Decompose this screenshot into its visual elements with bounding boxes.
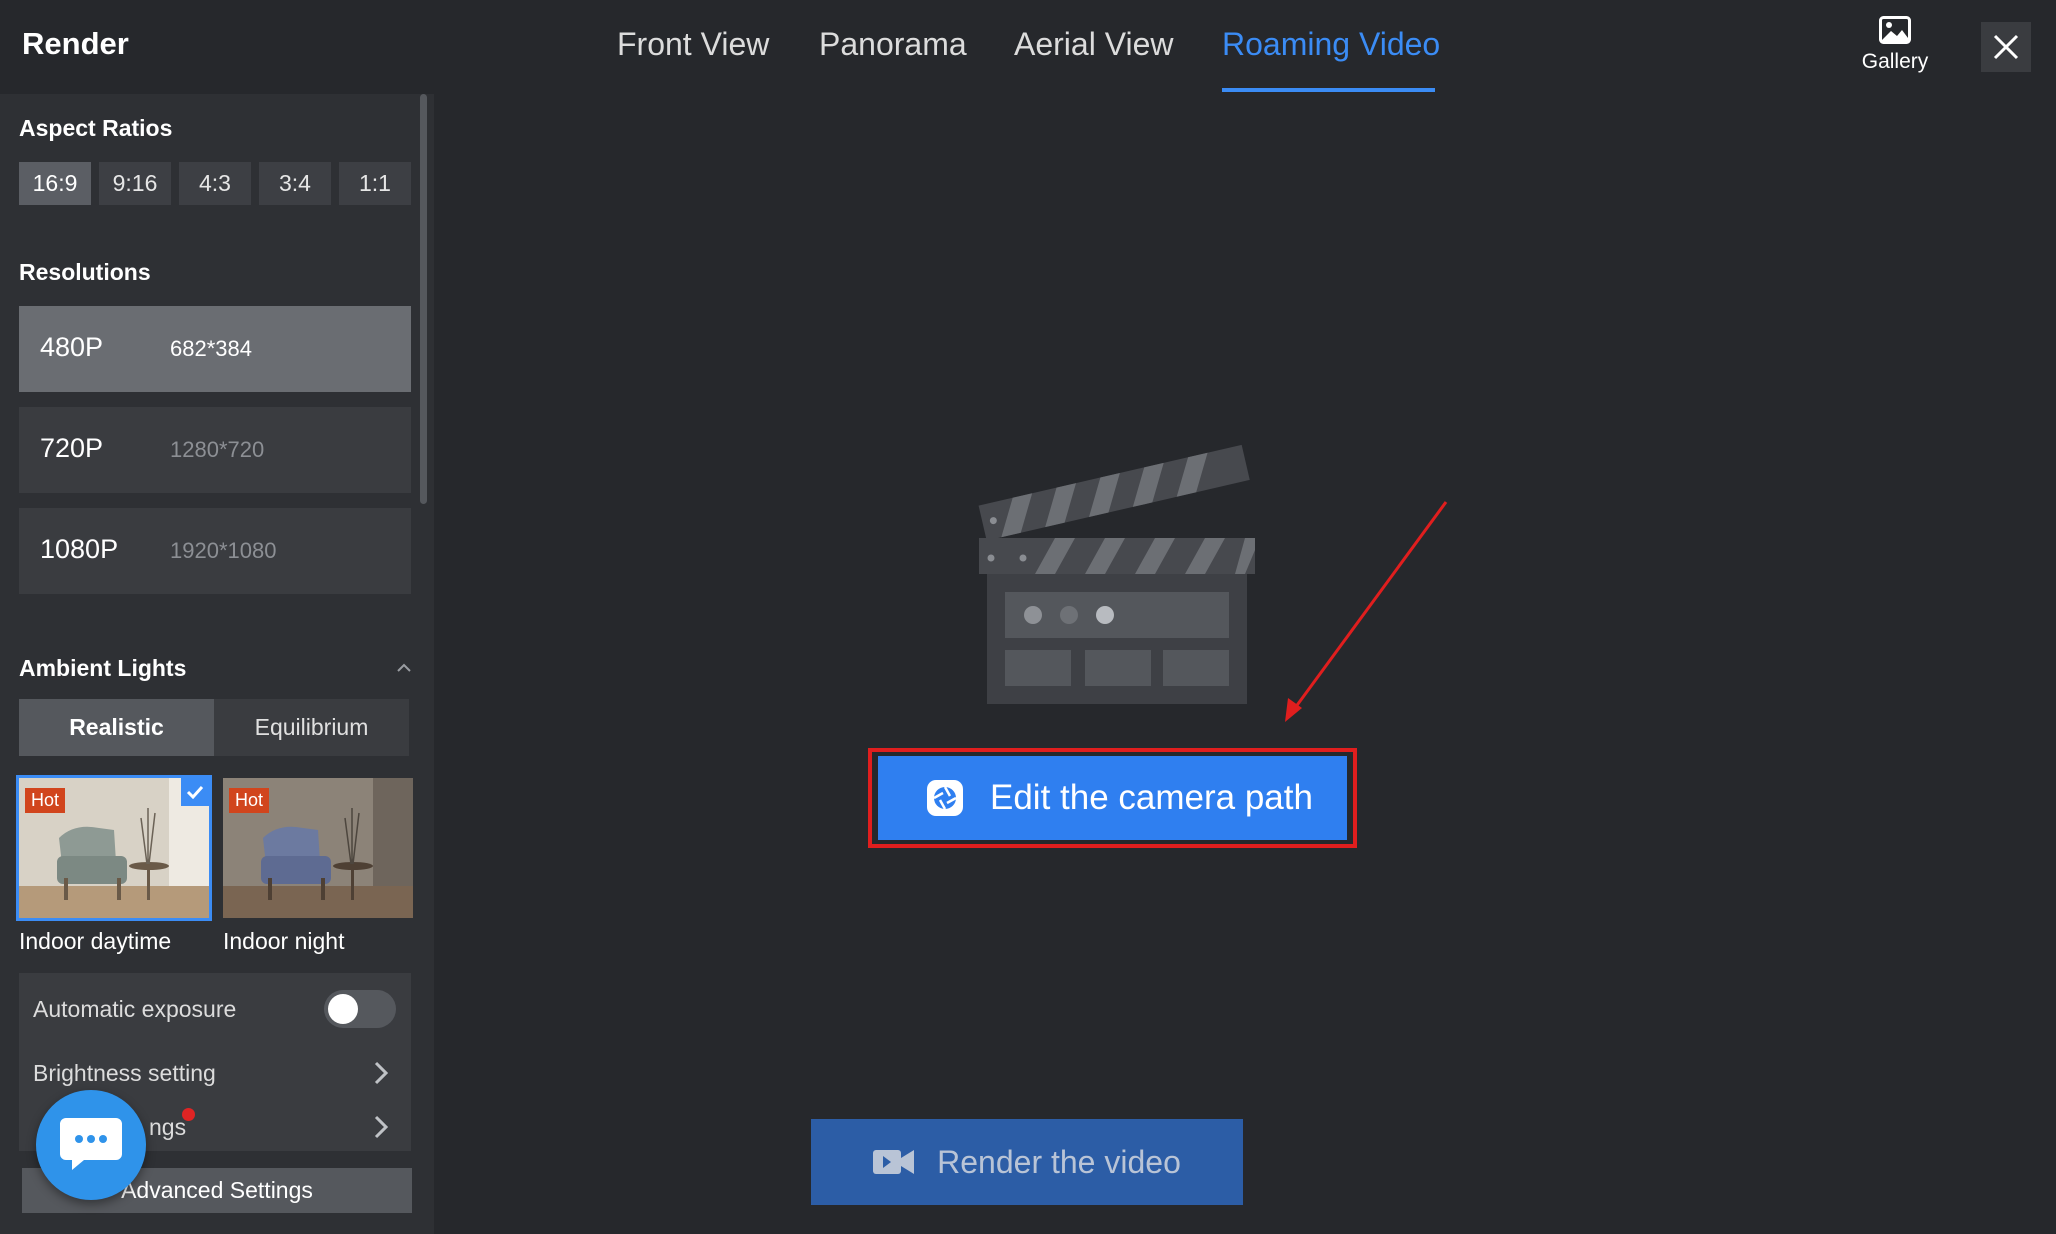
other-settings-label: ngs (149, 1114, 187, 1140)
preset-label: Indoor daytime (19, 928, 172, 954)
gallery-button[interactable]: Gallery (1860, 16, 1930, 74)
resolution-dimensions: 1920*1080 (170, 538, 277, 563)
resolution-label: 1080P (40, 534, 119, 564)
resolution-dimensions: 682*384 (170, 336, 252, 361)
toggle-knob (328, 994, 358, 1024)
gallery-label: Gallery (1861, 50, 1929, 73)
edit-camera-path-label: Edit the camera path (990, 778, 1313, 817)
resolution-label: 720P (40, 433, 104, 463)
resolutions-heading: Resolutions (19, 259, 151, 285)
mode-realistic-button[interactable]: Realistic (19, 699, 214, 756)
ratio-16-9-button[interactable]: 16:9 (19, 162, 91, 205)
image-icon (1879, 16, 1911, 44)
ratio-1-1-button[interactable]: 1:1 (339, 162, 411, 205)
video-camera-icon (873, 1150, 915, 1174)
close-button[interactable] (1981, 22, 2031, 72)
chevron-up-icon[interactable] (396, 660, 412, 678)
render-video-label: Render the video (937, 1143, 1181, 1180)
edit-camera-path-button[interactable]: Edit the camera path (878, 756, 1347, 840)
auto-exposure-toggle[interactable] (324, 990, 396, 1028)
aspect-ratios-heading: Aspect Ratios (19, 115, 173, 141)
tab-panorama[interactable]: Panorama (819, 26, 967, 63)
clapperboard-icon (975, 440, 1265, 715)
aperture-icon (927, 780, 963, 816)
lighting-mode-selector: Realistic Equilibrium (19, 699, 409, 756)
chevron-right-icon[interactable] (374, 1115, 389, 1144)
hot-badge: Hot (229, 788, 270, 813)
chevron-right-icon[interactable] (374, 1061, 389, 1090)
ratio-4-3-button[interactable]: 4:3 (179, 162, 251, 205)
checkmark-icon (181, 778, 209, 806)
auto-exposure-label: Automatic exposure (33, 996, 237, 1022)
tab-roaming-video[interactable]: Roaming Video (1222, 26, 1440, 63)
preset-label: Indoor night (223, 928, 345, 954)
preset-indoor-daytime[interactable]: Hot (16, 775, 212, 921)
resolution-label: 480P (40, 332, 104, 362)
tab-aerial-view[interactable]: Aerial View (1014, 26, 1173, 63)
close-icon (1993, 34, 2019, 60)
chat-icon (60, 1118, 122, 1170)
resolution-dimensions: 1280*720 (170, 437, 265, 462)
ratio-9-16-button[interactable]: 9:16 (99, 162, 171, 205)
resolution-480p[interactable]: 480P 682*384 (19, 306, 411, 392)
sidebar-scrollbar[interactable] (420, 94, 427, 504)
render-video-button[interactable]: Render the video (811, 1119, 1243, 1205)
preset-indoor-night[interactable]: Hot (223, 778, 413, 918)
active-tab-indicator (1222, 88, 1435, 92)
aspect-ratio-options: 16:9 9:16 4:3 3:4 1:1 (19, 162, 411, 205)
resolution-1080p[interactable]: 1080P 1920*1080 (19, 508, 411, 594)
chat-support-button[interactable] (36, 1090, 146, 1200)
ambient-lights-heading: Ambient Lights (19, 655, 187, 681)
ratio-3-4-button[interactable]: 3:4 (259, 162, 331, 205)
top-bar: Render Front View Panorama Aerial View R… (0, 0, 2056, 94)
tab-front-view[interactable]: Front View (617, 26, 769, 63)
mode-equilibrium-button[interactable]: Equilibrium (214, 699, 409, 756)
notification-dot (182, 1108, 195, 1121)
hot-badge: Hot (25, 788, 66, 813)
view-tabs: Front View Panorama Aerial View Roaming … (0, 0, 2056, 94)
resolution-720p[interactable]: 720P 1280*720 (19, 407, 411, 493)
brightness-setting-label: Brightness setting (33, 1060, 216, 1086)
